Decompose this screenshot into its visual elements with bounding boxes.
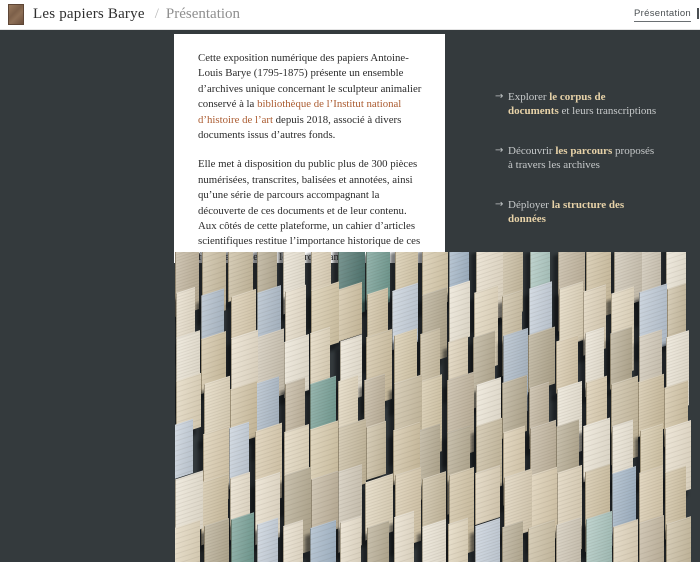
paper-thumbnail (448, 518, 468, 562)
arrow-right-icon: → (495, 198, 503, 212)
paper-thumbnail (475, 518, 500, 562)
paper-thumbnail (367, 520, 389, 562)
link-suffix: et leurs transcriptions (559, 105, 656, 117)
site-title[interactable]: Les papiers Barye (33, 6, 145, 23)
paper-thumbnail (613, 519, 638, 562)
paper-thumbnail (366, 421, 386, 480)
header-nav: Présentation (634, 0, 691, 30)
paper-thumbnail (310, 520, 336, 562)
paper-thumbnail (340, 516, 361, 562)
archive-papers-mosaic (175, 252, 691, 562)
link-emphasis: les parcours (555, 145, 612, 157)
paper-thumbnail (502, 520, 523, 562)
paper-thumbnail (639, 515, 664, 562)
breadcrumb-separator: / (155, 6, 159, 23)
paper-thumbnail (666, 516, 691, 562)
paper-thumbnail (337, 282, 362, 342)
link-prefix: Déployer (508, 199, 552, 211)
paper-thumbnail (586, 511, 612, 562)
intro-paragraph-1: Cette exposition numérique des papiers A… (198, 51, 424, 143)
breadcrumb: Présentation (166, 6, 240, 23)
intro-paragraph-2: Elle met à disposition du public plus de… (198, 157, 424, 265)
link-explore-corpus[interactable]: →Explorer le corpus de documents et leur… (497, 90, 657, 118)
action-links: →Explorer le corpus de documents et leur… (497, 90, 657, 252)
paper-thumbnail (283, 520, 303, 562)
paper-thumbnail (422, 519, 446, 562)
paper-thumbnail (556, 517, 581, 562)
paper-thumbnail (175, 419, 193, 479)
link-prefix: Découvrir (508, 145, 555, 157)
header: Les papiers Barye / Présentation Présent… (0, 0, 700, 30)
arrow-right-icon: → (495, 144, 503, 158)
paper-thumbnail (528, 520, 555, 562)
site-logo-icon[interactable] (8, 4, 24, 25)
nav-item-presentation[interactable]: Présentation (634, 8, 691, 22)
paper-thumbnail (475, 465, 500, 525)
paper-thumbnail (231, 512, 254, 562)
paper-thumbnail (528, 326, 555, 392)
intro-card: Cette exposition numérique des papiers A… (174, 34, 445, 263)
link-discover-parcours[interactable]: →Découvrir les parcours proposés à trave… (497, 144, 657, 172)
link-prefix: Explorer (508, 91, 549, 103)
link-deploy-structure[interactable]: →Déployer la structure des données (497, 198, 657, 226)
paper-thumbnail (175, 520, 201, 562)
paper-thumbnail (204, 517, 229, 562)
paper-thumbnail (257, 517, 278, 562)
arrow-right-icon: → (495, 90, 503, 104)
paper-thumbnail (394, 511, 414, 562)
paper-thumbnail (449, 281, 470, 344)
